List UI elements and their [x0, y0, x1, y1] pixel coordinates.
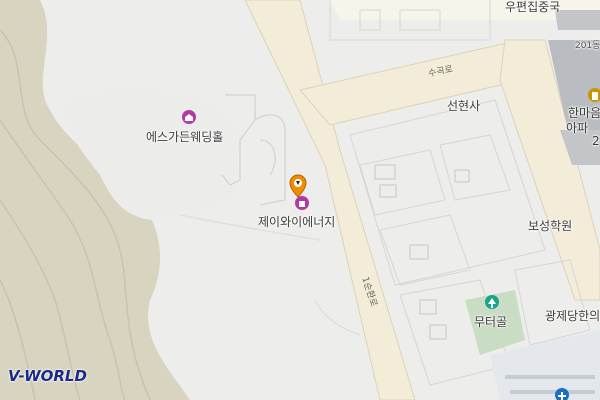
academy-label[interactable]: 보성학원 — [528, 217, 572, 234]
apartment-name-2-label[interactable]: 아파 — [566, 119, 588, 136]
park-label[interactable]: 무터골 — [474, 313, 507, 330]
location-pin-icon[interactable] — [289, 174, 307, 198]
park-icon[interactable] — [485, 295, 499, 309]
map-view[interactable]: 에스가든웨딩홀 제이와이에너지 수곡로 1순환로 우편집중국 201동 선현사 … — [0, 0, 600, 400]
footpath — [314, 299, 361, 336]
temple-label[interactable]: 선현사 — [447, 97, 480, 114]
sugok-road — [299, 39, 531, 126]
apartment-building — [555, 10, 600, 30]
building-201-label: 201동 — [575, 41, 600, 51]
post-office-label[interactable]: 우편집중국 — [505, 0, 560, 15]
clinic-label[interactable]: 광제당한의 — [545, 307, 600, 324]
apartment-num-label[interactable]: 2 — [592, 134, 600, 148]
wedding-hall-label[interactable]: 에스가든웨딩홀 — [146, 128, 223, 145]
energy-company-icon[interactable] — [295, 196, 309, 210]
apartment-icon[interactable] — [588, 88, 600, 102]
selected-poi-label[interactable]: 제이와이에너지 — [258, 213, 335, 230]
wedding-hall-icon[interactable] — [182, 110, 196, 124]
provider-logo: V-WORLD — [8, 367, 87, 385]
main-road — [244, 0, 416, 400]
clinic-icon[interactable] — [555, 388, 569, 400]
